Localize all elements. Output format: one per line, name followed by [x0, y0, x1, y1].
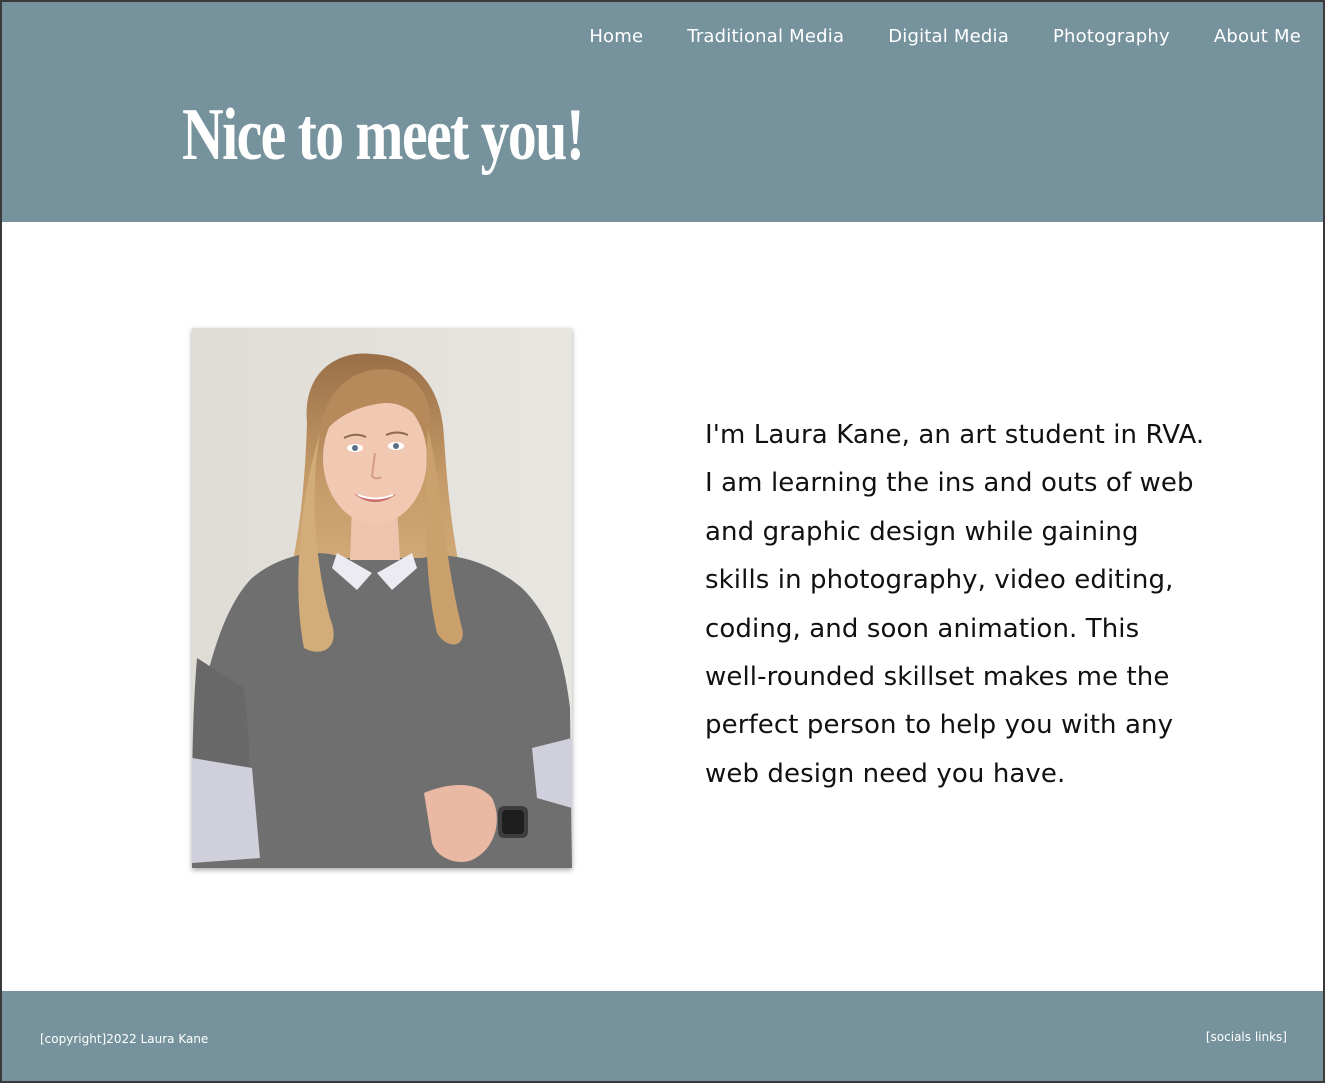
nav-traditional-media-link[interactable]: Traditional Media [687, 26, 844, 47]
portrait-photo [192, 328, 572, 868]
page-title: Nice to meet you! [182, 94, 585, 176]
nav-photography-link[interactable]: Photography [1053, 26, 1170, 47]
main-nav: Home Traditional Media Digital Media Pho… [545, 26, 1301, 47]
site-header: Home Traditional Media Digital Media Pho… [2, 2, 1323, 222]
copyright-text: [copyright]2022 Laura Kane [40, 1032, 209, 1046]
nav-digital-media-link[interactable]: Digital Media [888, 26, 1009, 47]
page-frame: Home Traditional Media Digital Media Pho… [0, 0, 1325, 1083]
site-footer: [copyright]2022 Laura Kane [socials link… [2, 991, 1323, 1081]
nav-home-link[interactable]: Home [589, 26, 643, 47]
socials-links[interactable]: [socials links] [1206, 1030, 1287, 1044]
nav-about-me-link[interactable]: About Me [1214, 26, 1301, 47]
bio-paragraph: I'm Laura Kane, an art student in RVA. I… [705, 420, 1205, 789]
